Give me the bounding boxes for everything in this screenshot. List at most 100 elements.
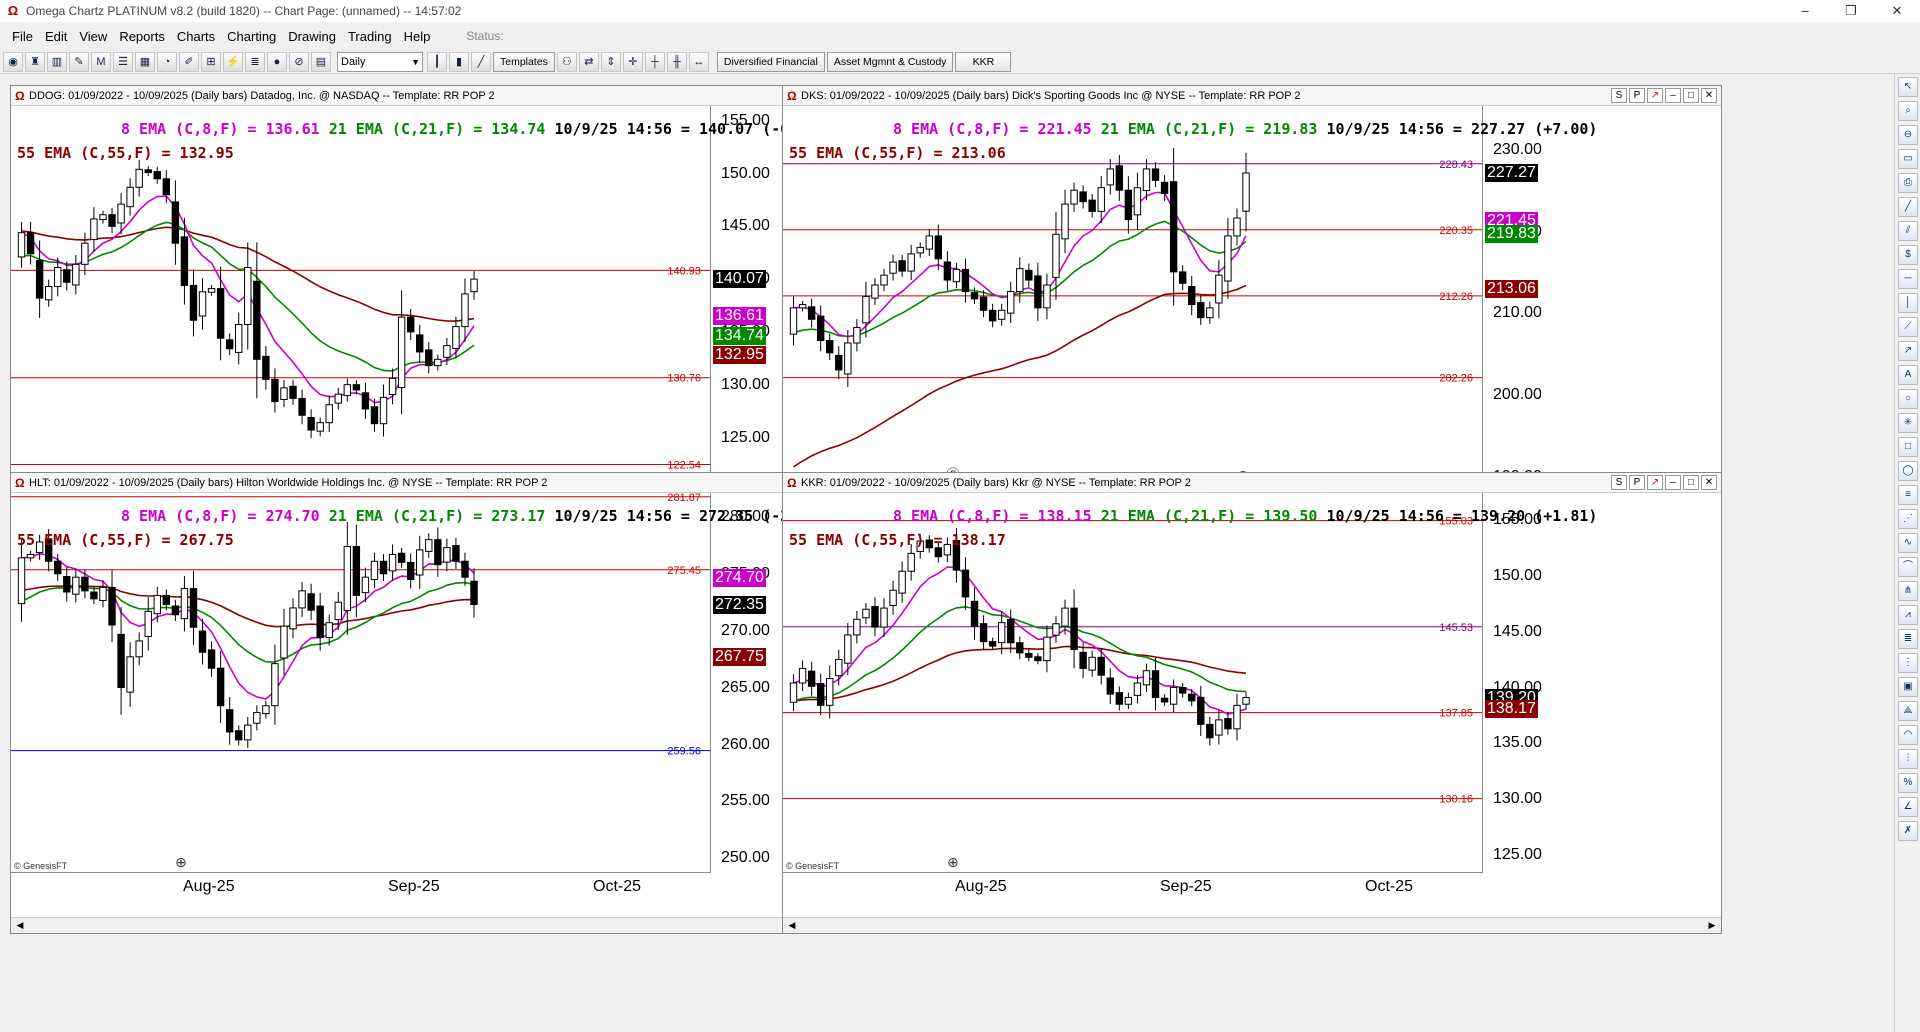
pointer-icon[interactable]: ↖ (1898, 77, 1918, 97)
menu-view[interactable]: View (73, 29, 113, 44)
menu-charts[interactable]: Charts (171, 29, 221, 44)
split-icon[interactable]: ╫ (666, 51, 687, 72)
scroll-left-icon[interactable]: ◀ (785, 919, 799, 932)
globe-icon[interactable]: ◉ (3, 51, 23, 72)
menu-file[interactable]: File (6, 29, 39, 44)
minimize-icon[interactable]: ‒ (1665, 475, 1681, 490)
box-icon[interactable]: □ (1898, 437, 1918, 457)
price-flag: 219.83 (1485, 225, 1538, 244)
p-button[interactable]: P (1629, 88, 1645, 103)
andrews-icon[interactable]: ⟁ (1898, 701, 1918, 721)
erase-icon[interactable]: ✗ (1898, 821, 1918, 841)
grid-icon[interactable]: ▦ (135, 51, 155, 72)
percent-icon[interactable]: % (1898, 773, 1918, 793)
ellipse-icon[interactable]: ◯ (1898, 461, 1918, 481)
zoom-icon[interactable]: ⌕ (1898, 101, 1918, 121)
price-plot[interactable]: 140.93 130.76 122.54 (11, 106, 711, 486)
horizontal-scrollbar[interactable]: ◀▶ (783, 917, 1721, 933)
minimize-button[interactable]: ‒ (1782, 0, 1828, 22)
bars-icon[interactable]: ┃ (427, 51, 447, 72)
close-icon[interactable]: ✕ (1701, 475, 1717, 490)
network-icon[interactable]: ⚇ (556, 51, 577, 72)
pie-icon[interactable]: ◔ (157, 51, 177, 72)
s-button[interactable]: S (1611, 475, 1627, 490)
scan-icon[interactable]: ▤ (311, 51, 331, 72)
fib-icon[interactable]: ≡ (1898, 485, 1918, 505)
close-icon[interactable]: ✕ (1701, 88, 1717, 103)
tab-diversified-financial[interactable]: Diversified Financial (716, 51, 825, 72)
list-icon[interactable]: ☰ (113, 51, 133, 72)
zoom-out-icon[interactable]: ⊖ (1898, 125, 1918, 145)
crosshair-icon[interactable]: ┼ (644, 51, 665, 72)
ladder-icon[interactable]: ⊞ (201, 51, 221, 72)
restore-button[interactable]: ❐ (1828, 0, 1874, 22)
menu-reports[interactable]: Reports (113, 29, 171, 44)
ray-icon[interactable]: ⟋ (1898, 317, 1918, 337)
chart-window-header[interactable]: Ω KKR: 01/09/2022 - 10/09/2025 (Daily ba… (783, 473, 1721, 493)
pen-icon[interactable]: ✐ (179, 51, 199, 72)
gann-icon[interactable]: ✳ (1898, 413, 1918, 433)
tag-icon[interactable]: ⊘ (289, 51, 309, 72)
scale-icon[interactable]: ⇕ (600, 51, 621, 72)
s-button[interactable]: S (1611, 88, 1627, 103)
range-icon[interactable]: ↔ (688, 51, 709, 72)
menu-trading[interactable]: Trading (342, 29, 398, 44)
menu-help[interactable]: Help (398, 29, 437, 44)
trendline-icon[interactable]: ╱ (1898, 197, 1918, 217)
retrace-icon[interactable]: ≣ (1898, 629, 1918, 649)
chart-window-header[interactable]: Ω DKS: 01/09/2022 - 10/09/2025 (Daily ba… (783, 86, 1721, 106)
chart-icon[interactable]: ▥ (47, 51, 67, 72)
layers-icon[interactable]: ≣ (245, 51, 265, 72)
fan-icon[interactable]: ⋰ (1898, 509, 1918, 529)
candles-icon[interactable]: ▮ (449, 51, 469, 72)
tab-asset-mgmt[interactable]: Asset Mgmnt & Custody (826, 51, 954, 72)
link-icon[interactable]: ↗ (1647, 88, 1663, 103)
link-icon[interactable]: ↗ (1647, 475, 1663, 490)
menu-edit[interactable]: Edit (39, 29, 73, 44)
cursor-icon[interactable]: ✛ (622, 51, 643, 72)
maximize-icon[interactable]: □ (1683, 88, 1699, 103)
minimize-icon[interactable]: ‒ (1665, 88, 1681, 103)
scroll-right-icon[interactable]: ▶ (1705, 919, 1719, 932)
pitchfork-icon[interactable]: ⋔ (1898, 581, 1918, 601)
price-plot[interactable]: 228.43220.35212.26202.26Ⓔ⊕ (783, 106, 1483, 486)
wave-icon[interactable]: ∿ (1898, 533, 1918, 553)
chart-window-kkr[interactable]: Ω KKR: 01/09/2022 - 10/09/2025 (Daily ba… (782, 472, 1722, 934)
circle-icon[interactable]: ○ (1898, 389, 1918, 409)
templates-button[interactable]: Templates (493, 51, 555, 72)
note-icon[interactable]: ✎ (69, 51, 89, 72)
signal-icon[interactable]: ♜ (25, 51, 45, 72)
print-icon[interactable]: ⎙ (1898, 173, 1918, 193)
line-icon[interactable]: ╱ (471, 51, 491, 72)
record-icon[interactable]: ● (267, 51, 287, 72)
compare-icon[interactable]: ⇄ (578, 51, 599, 72)
window-icon[interactable]: ▭ (1898, 149, 1918, 169)
angle-icon[interactable]: ∠ (1898, 797, 1918, 817)
menu-drawing[interactable]: Drawing (282, 29, 342, 44)
interval-select[interactable]: Daily ▼ (337, 51, 423, 72)
price-plot[interactable]: 281.87 275.45 259.56 ⊕ (11, 493, 711, 873)
speed-icon[interactable]: ⩘ (1898, 605, 1918, 625)
price-plot[interactable]: 155.03145.53137.85130.16⊕ (783, 493, 1483, 873)
arrow-icon[interactable]: ↗ (1898, 341, 1918, 361)
scroll-left-icon[interactable]: ◀ (13, 919, 27, 932)
cycle-icon[interactable]: ⌒ (1898, 557, 1918, 577)
event-marker-icon: ⊕ (175, 854, 187, 870)
m-icon[interactable]: M (91, 51, 111, 72)
extension-icon[interactable]: ⋮ (1898, 653, 1918, 673)
timezone-icon[interactable]: ⫶ (1898, 749, 1918, 769)
dollar-icon[interactable]: $ (1898, 245, 1918, 265)
close-button[interactable]: ✕ (1874, 0, 1920, 22)
menu-charting[interactable]: Charting (221, 29, 282, 44)
tab-kkr[interactable]: KKR (955, 51, 1012, 72)
channel-icon[interactable]: ⫽ (1898, 221, 1918, 241)
text-icon[interactable]: A (1898, 365, 1918, 385)
p-button[interactable]: P (1629, 475, 1645, 490)
arc-icon[interactable]: ◠ (1898, 725, 1918, 745)
vline-icon[interactable]: │ (1898, 293, 1918, 313)
hline-icon[interactable]: ─ (1898, 269, 1918, 289)
lightning-icon[interactable]: ⚡ (223, 51, 243, 72)
square-icon[interactable]: ▣ (1898, 677, 1918, 697)
maximize-icon[interactable]: □ (1683, 475, 1699, 490)
chart-header-text: KKR: 01/09/2022 - 10/09/2025 (Daily bars… (801, 476, 1191, 489)
